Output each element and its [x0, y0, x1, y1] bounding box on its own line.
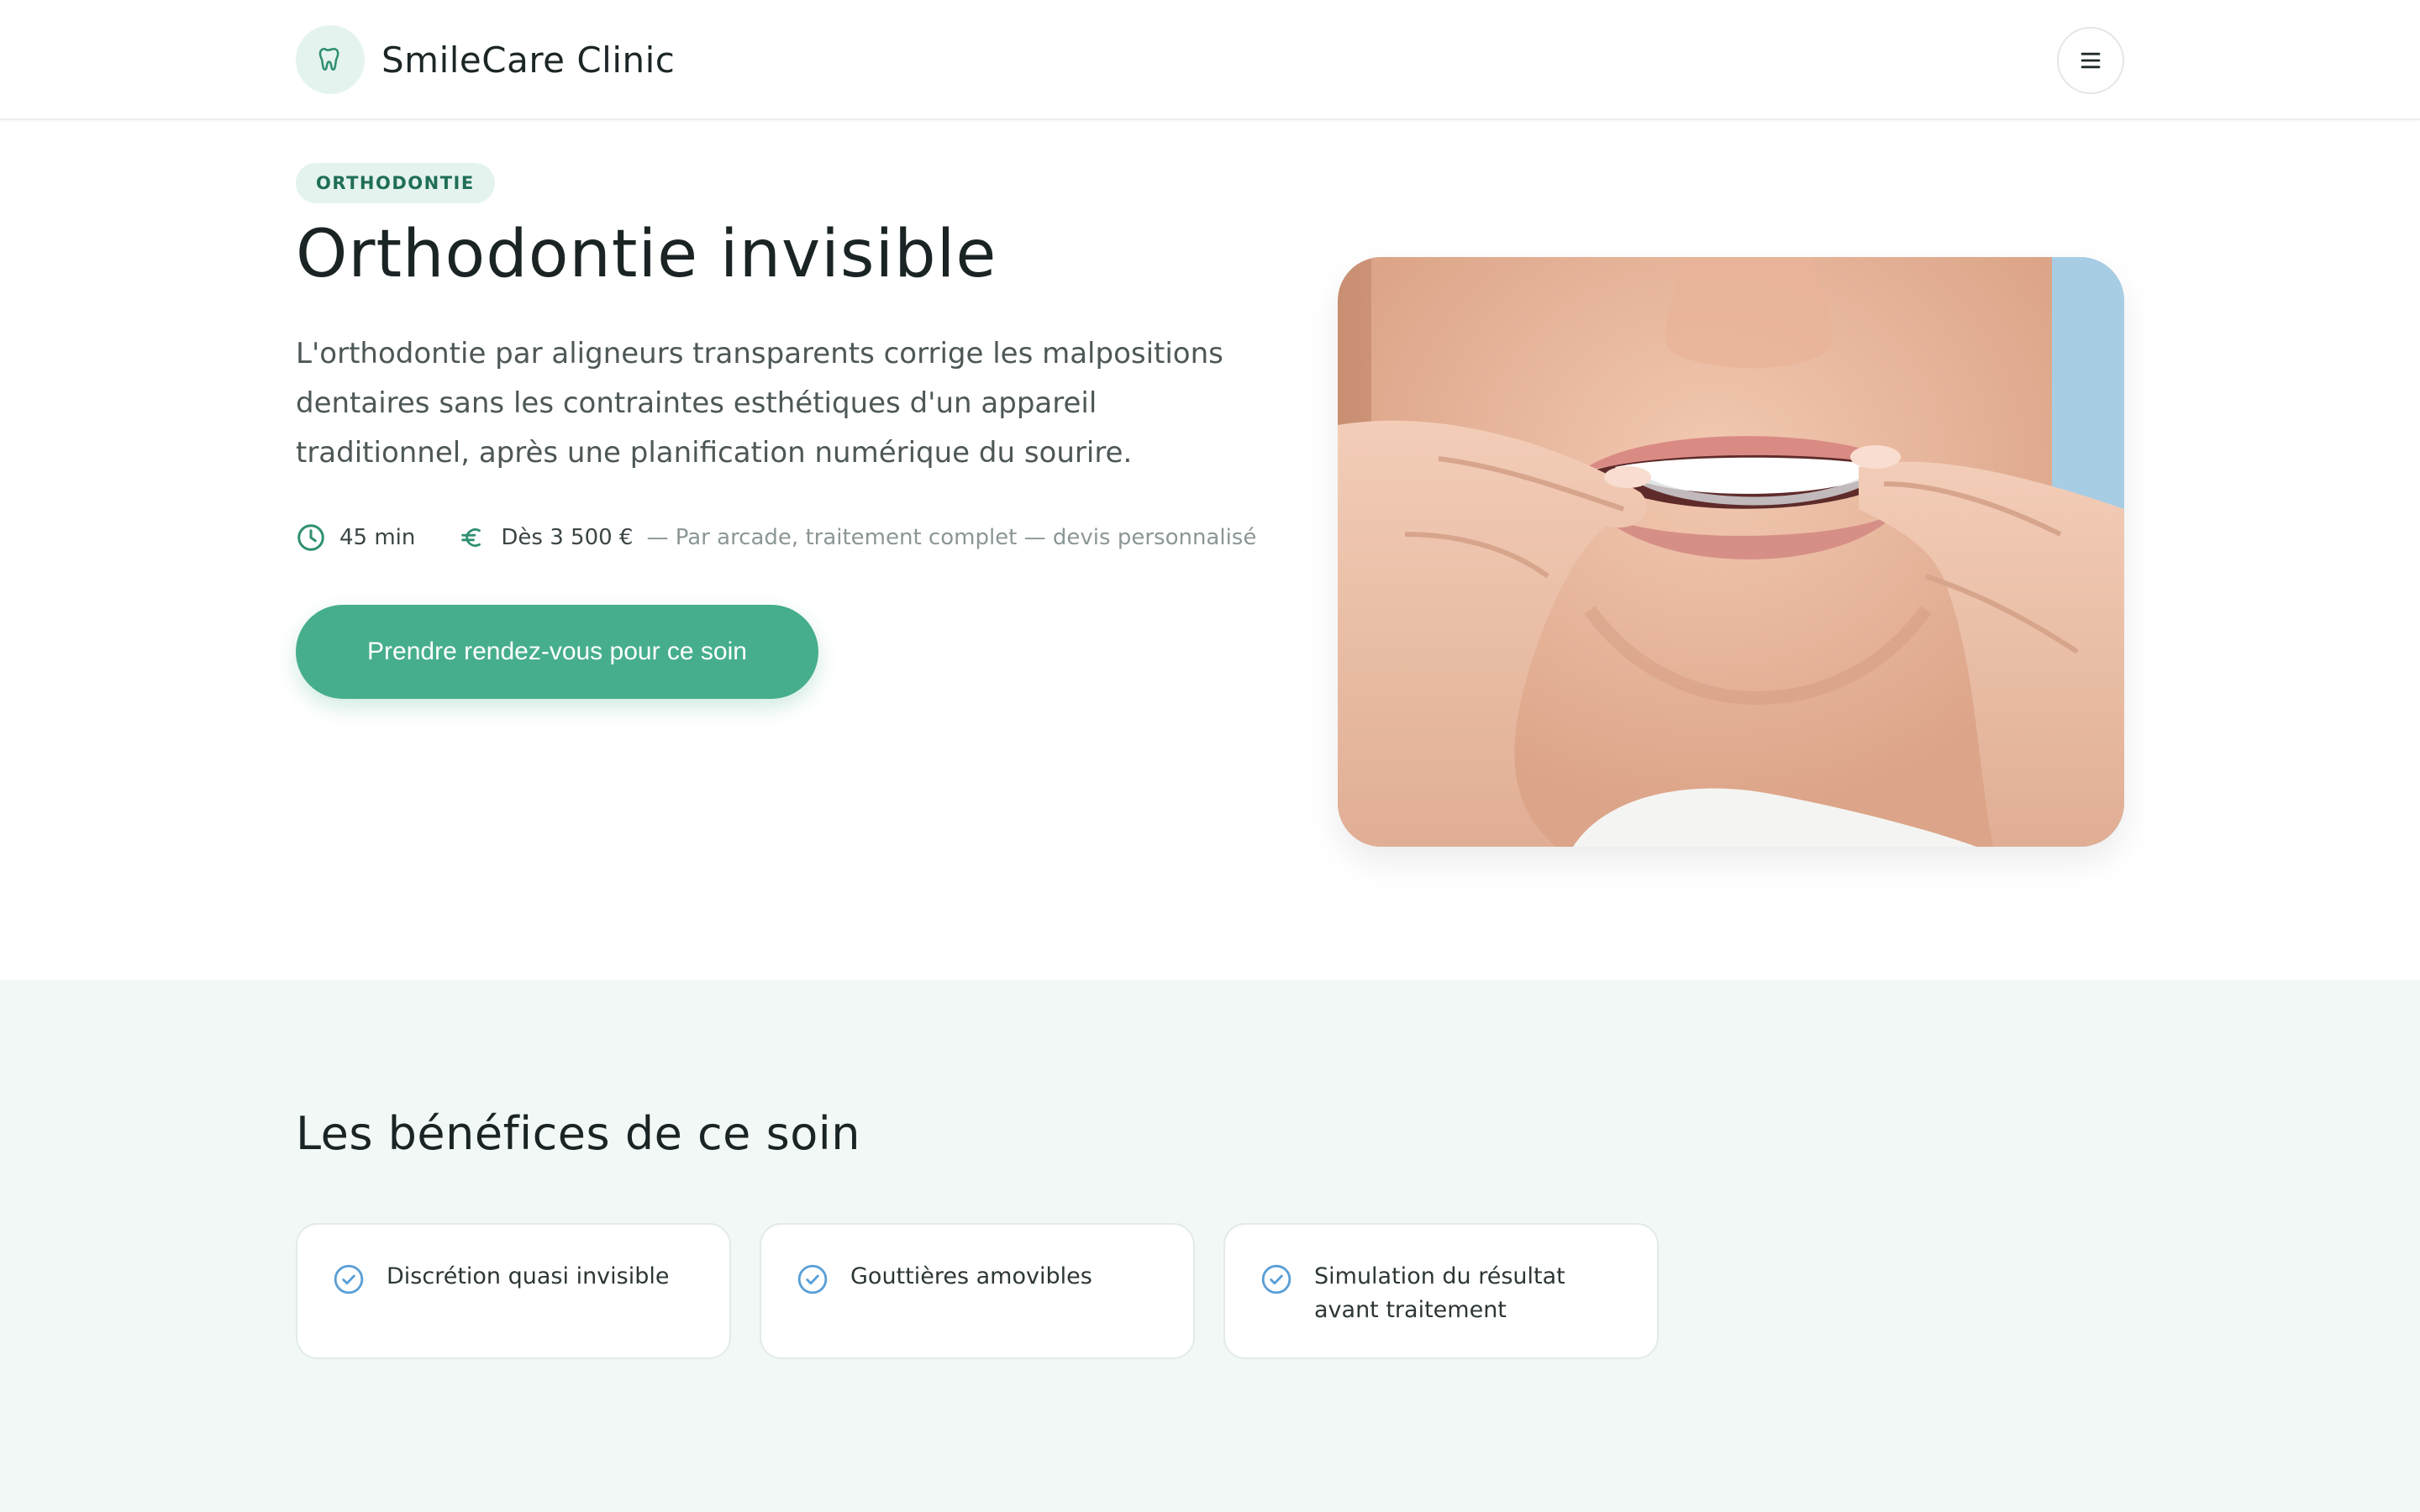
benefit-label: Discrétion quasi invisible [387, 1263, 670, 1289]
price-note: — Par arcade, traitement complet — devis… [646, 525, 1257, 550]
service-description: L'orthodontie par aligneurs transparents… [296, 337, 1223, 470]
site-header: SmileCare Clinic [0, 0, 2420, 120]
benefits-title: Les bénéfices de ce soin [296, 1107, 860, 1160]
tooth-icon [296, 25, 365, 94]
menu-button[interactable] [2057, 27, 2124, 94]
benefit-label: Simulation du résultat avant traitement [1314, 1263, 1565, 1323]
duration: 45 min [296, 522, 415, 553]
benefit-card: Discrétion quasi invisible [296, 1223, 731, 1359]
service-meta: 45 min Dès 3 500 € — Par arcade, traitem… [296, 519, 1256, 556]
check-circle-icon [1261, 1264, 1292, 1294]
hero-photo [1338, 257, 2124, 847]
price-value: Dès 3 500 € [501, 525, 634, 550]
brand-name: SmileCare Clinic [381, 39, 676, 81]
brand[interactable]: SmileCare Clinic [296, 25, 675, 94]
euro-icon [457, 522, 487, 553]
price: Dès 3 500 € — Par arcade, traitement com… [457, 522, 1256, 553]
check-circle-icon [334, 1264, 364, 1294]
benefit-label: Gouttières amovibles [850, 1263, 1092, 1289]
book-appointment-button[interactable]: Prendre rendez-vous pour ce soin [296, 605, 818, 699]
duration-value: 45 min [339, 525, 416, 550]
category-tag: ORTHODONTIE [296, 163, 495, 203]
clock-icon [296, 522, 326, 553]
benefits-list: Discrétion quasi invisible Gouttières am… [296, 1223, 1687, 1359]
check-circle-icon [797, 1264, 828, 1294]
benefit-card: Gouttières amovibles [760, 1223, 1195, 1359]
page-title: Orthodontie invisible [296, 217, 997, 292]
hamburger-menu-icon [2081, 52, 2101, 69]
benefit-card: Simulation du résultat avant traitement [1223, 1223, 1659, 1359]
